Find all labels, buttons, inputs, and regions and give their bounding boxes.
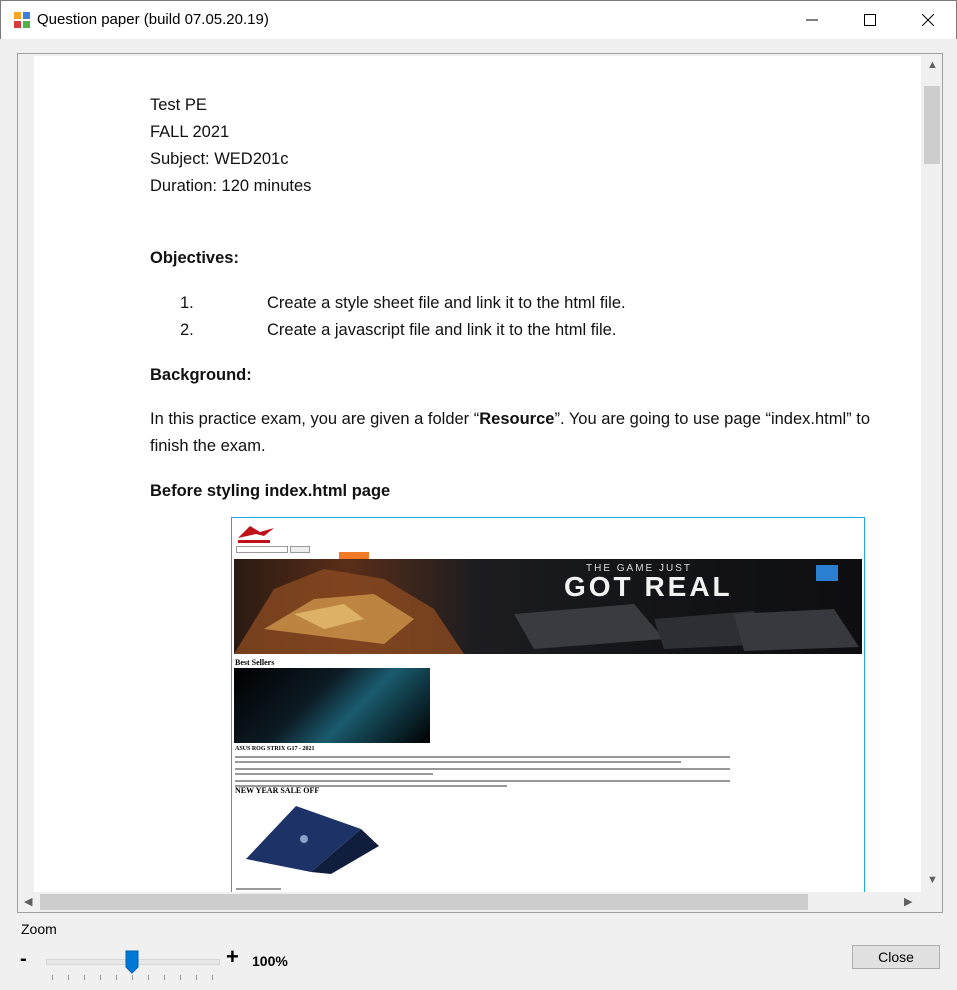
vertical-scrollbar[interactable]: ▲ ▼ — [922, 54, 942, 892]
resource-word: Resource — [479, 410, 555, 428]
slider-tick — [132, 975, 133, 980]
maximize-button[interactable] — [841, 1, 899, 39]
header-line: Test PE — [150, 96, 207, 114]
background-heading: Background: — [150, 366, 252, 384]
product-description — [235, 756, 730, 787]
zoom-slider-thumb[interactable] — [125, 950, 139, 974]
zoom-plus-label: + — [226, 944, 239, 969]
game-banner: THE GAME JUST GOT REAL — [234, 559, 862, 654]
maximize-icon — [864, 14, 876, 26]
close-icon — [922, 14, 934, 26]
slider-tick — [52, 975, 53, 980]
rog-logo — [238, 526, 274, 543]
search-button — [290, 546, 310, 553]
objective-number: 2. — [180, 321, 194, 339]
laptop-image — [234, 668, 430, 743]
slider-tick — [180, 975, 181, 980]
document-page: Test PE FALL 2021 Subject: WED201c Durat… — [34, 56, 921, 892]
slider-tick — [116, 975, 117, 980]
scroll-right-icon[interactable]: ▶ — [904, 895, 912, 908]
scroll-up-icon[interactable]: ▲ — [927, 59, 938, 71]
header-line: FALL 2021 — [150, 123, 230, 141]
objective-item: 1. Create a style sheet file and link it … — [150, 290, 890, 317]
slider-tick — [84, 975, 85, 980]
vertical-scroll-thumb[interactable] — [924, 86, 940, 164]
scroll-left-icon[interactable]: ◀ — [24, 895, 32, 908]
objective-number: 1. — [180, 294, 194, 312]
close-button[interactable]: Close — [852, 945, 940, 969]
banner-headline: GOT REAL — [564, 571, 733, 602]
close-window-button[interactable] — [899, 1, 957, 39]
objective-text: Create a javascript file and link it to … — [267, 321, 617, 339]
title-bar: Question paper (build 07.05.20.19) — [0, 0, 957, 39]
minimize-button[interactable] — [783, 1, 841, 39]
best-sellers-heading: Best Sellers — [235, 658, 275, 667]
slider-tick — [148, 975, 149, 980]
slider-tick — [68, 975, 69, 980]
search-box — [236, 546, 288, 553]
zoom-minus-label: - — [20, 948, 27, 970]
objectives-heading: Objectives: — [150, 249, 239, 267]
document-text: Test PE FALL 2021 Subject: WED201c Durat… — [150, 92, 890, 505]
zoom-label: Zoom — [21, 921, 57, 937]
objective-item: 2. Create a javascript file and link it t… — [150, 317, 890, 344]
orange-menu-button — [339, 552, 369, 559]
horizontal-scroll-thumb[interactable] — [40, 894, 808, 910]
horizontal-scrollbar[interactable]: ◀ ▶ — [18, 892, 922, 912]
slider-tick — [196, 975, 197, 980]
before-styling-heading: Before styling index.html page — [150, 482, 391, 500]
sale-heading: NEW YEAR SALE OFF — [235, 786, 320, 795]
index-page-screenshot: THE GAME JUST GOT REAL Best Sellers ASUS… — [231, 517, 865, 892]
caption-line — [236, 888, 281, 890]
app-icon — [14, 12, 30, 28]
header-line: Subject: WED201c — [150, 150, 289, 168]
header-line: Duration: 120 minutes — [150, 177, 312, 195]
product-title: ASUS ROG STRIX G17 - 2021 — [235, 746, 315, 752]
background-text: ”. You are going to use page “index.html… — [554, 410, 870, 428]
blue-laptop-image — [246, 806, 379, 874]
scrollbar-corner — [922, 892, 942, 912]
window-title: Question paper (build 07.05.20.19) — [37, 11, 269, 28]
slider-tick — [164, 975, 165, 980]
objective-text: Create a style sheet file and link it to… — [267, 294, 626, 312]
minimize-icon — [806, 19, 818, 21]
banner-art — [234, 565, 859, 654]
scroll-down-icon[interactable]: ▼ — [927, 874, 938, 886]
slider-tick — [100, 975, 101, 980]
zoom-value: 100% — [252, 953, 288, 969]
background-paragraph-cont: finish the exam. — [150, 437, 266, 455]
background-paragraph: In this practice exam, you are given a f… — [150, 406, 890, 433]
background-text: In this practice exam, you are given a f… — [150, 410, 480, 428]
slider-tick — [212, 975, 213, 980]
document-viewer[interactable]: Test PE FALL 2021 Subject: WED201c Durat… — [17, 53, 943, 913]
